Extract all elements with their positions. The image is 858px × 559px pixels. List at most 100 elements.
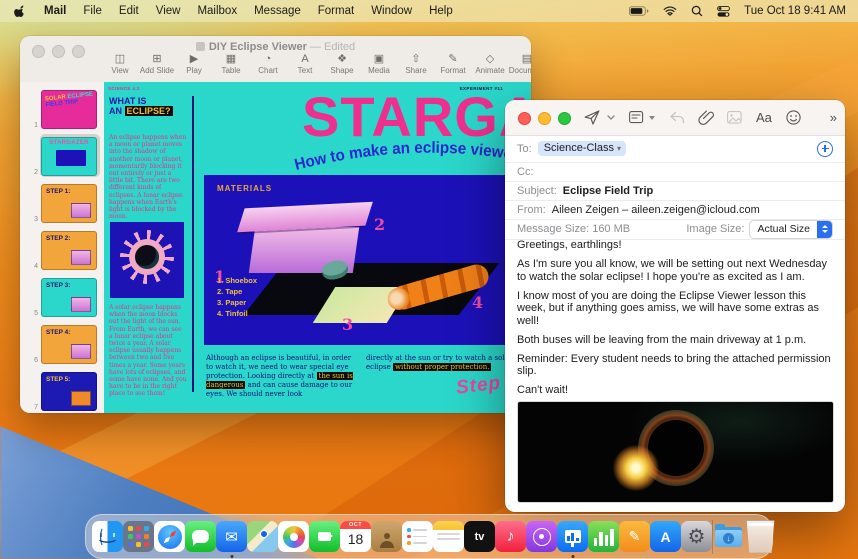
from-label: From:	[517, 203, 546, 216]
message-body[interactable]: Greetings, earthlings! As I'm sure you a…	[517, 239, 833, 428]
dock-launchpad[interactable]	[123, 521, 154, 552]
keynote-titlebar[interactable]: DIY Eclipse Viewer — Edited ◫ View ⊞ Add S…	[20, 36, 531, 83]
control-center-icon[interactable]	[717, 5, 731, 17]
menu-item-edit[interactable]: Edit	[119, 5, 139, 17]
slide-thumbnail-1[interactable]: SOLAR ECLIPSE FIELD TRIP	[41, 90, 97, 129]
slide-thumbnail-3[interactable]: STEP 1:	[41, 184, 97, 223]
text-button[interactable]: A Text	[293, 54, 317, 76]
add-slide-button[interactable]: ⊞ Add Slide	[140, 54, 174, 76]
dock-notes[interactable]	[433, 521, 464, 552]
dock-downloads[interactable]: ↓	[713, 521, 744, 552]
menu-item-message[interactable]: Message	[254, 5, 301, 17]
send-options-chevron-icon[interactable]	[607, 106, 622, 130]
slide-paragraph-1: An eclipse happens when a moon or planet…	[109, 134, 187, 221]
dock-system-settings[interactable]: ⚙	[681, 521, 712, 552]
mail-toolbar-icons: Aa »	[577, 100, 837, 135]
slide-canvas[interactable]: SCIENCE 4.2 EXPERIMENT #11 WHAT IS AN EC…	[104, 82, 531, 413]
dock-contacts[interactable]	[371, 521, 402, 552]
wifi-icon[interactable]	[663, 6, 677, 16]
slide-subtitle: How to make an eclipse viewer!	[293, 140, 524, 174]
dock-photos[interactable]	[278, 521, 309, 552]
running-indicator	[571, 555, 574, 558]
dock-facetime[interactable]	[309, 521, 340, 552]
dock-music[interactable]: ♪	[495, 521, 526, 552]
format-text-button[interactable]: Aa	[749, 106, 779, 130]
chart-button[interactable]: ◔ Chart	[256, 54, 280, 76]
slide-thumbnail-2[interactable]: STARGAZER	[41, 137, 97, 176]
document-label: Document	[508, 66, 531, 75]
safety-text-right: directly at the sun or try to watch a so…	[366, 354, 514, 372]
dock-trash[interactable]	[746, 520, 775, 553]
mail-toolbar[interactable]: Aa »	[505, 100, 845, 136]
dock-messages[interactable]	[185, 521, 216, 552]
menu-clock[interactable]: Tue Oct 18 9:41 AM	[744, 5, 846, 17]
eclipse-photo-attachment[interactable]	[517, 401, 834, 503]
pen-icon: ✎	[628, 528, 641, 544]
dock-podcasts[interactable]	[526, 521, 557, 552]
launchpad-grid-icon	[128, 534, 133, 539]
popup-stepper-icon	[817, 220, 832, 238]
document-icon: ▤	[521, 53, 531, 65]
document-button[interactable]: ▤Document	[509, 53, 531, 76]
apple-menu-icon[interactable]	[14, 4, 27, 19]
shape-button[interactable]: ❖ Shape	[330, 54, 354, 76]
thumb7-title: STEP 5:	[46, 376, 71, 383]
image-size-popup[interactable]: Actual Size	[749, 219, 833, 239]
dock-calendar[interactable]: OCT 18	[340, 521, 371, 552]
menu-item-format[interactable]: Format	[318, 5, 354, 17]
attach-button[interactable]	[692, 106, 720, 130]
dock-safari[interactable]	[154, 521, 185, 552]
toolbar-overflow-icon[interactable]: »	[830, 110, 837, 125]
to-field[interactable]: To: Science-Class ▾	[505, 135, 845, 163]
dock-numbers[interactable]	[588, 521, 619, 552]
menu-item-help[interactable]: Help	[429, 5, 453, 17]
play-button[interactable]: ▶ Play	[182, 54, 206, 76]
media-button[interactable]: ▣ Media	[367, 54, 391, 76]
share-button[interactable]: ⇧ Share	[404, 54, 428, 76]
menu-item-window[interactable]: Window	[371, 5, 412, 17]
slide-thumbnail-5[interactable]: STEP 3:	[41, 278, 97, 317]
slide-thumbnail-7[interactable]: STEP 5:	[41, 372, 97, 411]
menu-item-mailbox[interactable]: Mailbox	[197, 5, 237, 17]
table-button[interactable]: ▦ Table	[219, 54, 243, 76]
from-field[interactable]: From: Aileen Zeigen – aileen.zeigen@iclo…	[505, 200, 845, 220]
send-button[interactable]	[577, 106, 607, 130]
format-icon: ✎	[448, 53, 458, 65]
add-recipient-button[interactable]	[817, 140, 833, 157]
document-proxy-icon[interactable]	[195, 42, 205, 51]
slide-number: 5	[34, 310, 38, 317]
recipient-token[interactable]: Science-Class ▾	[537, 140, 627, 157]
dock-mail[interactable]: ✉	[216, 521, 247, 558]
close-button[interactable]	[518, 112, 531, 125]
sun-illustration	[110, 222, 184, 298]
slide-thumbnail-4[interactable]: STEP 2:	[41, 231, 97, 270]
view-button[interactable]: ◫ View	[108, 54, 132, 76]
cc-field[interactable]: Cc:	[505, 162, 845, 182]
message-size-label: Message Size: 160 MB	[517, 223, 631, 235]
zoom-button[interactable]	[558, 112, 571, 125]
emoji-button[interactable]	[779, 106, 808, 130]
minimize-button[interactable]	[538, 112, 551, 125]
reply-button[interactable]	[662, 106, 692, 130]
format-button[interactable]: ✎ Format	[440, 53, 465, 76]
insert-photo-button[interactable]	[720, 106, 749, 130]
battery-icon[interactable]	[629, 6, 649, 16]
spotlight-search-icon[interactable]	[691, 5, 703, 17]
dock-reminders[interactable]	[402, 521, 433, 552]
dock-app-store[interactable]: A	[650, 521, 681, 552]
dock-keynote[interactable]	[557, 521, 588, 558]
slide-thumbnail-6[interactable]: STEP 4:	[41, 325, 97, 364]
menu-app-name[interactable]: Mail	[44, 5, 66, 17]
header-fields-button[interactable]	[622, 106, 662, 130]
subject-field[interactable]: Subject: Eclipse Field Trip	[505, 181, 845, 201]
menu-item-file[interactable]: File	[83, 5, 102, 17]
tv-logo-label: tv	[474, 530, 485, 543]
dock-pages[interactable]: ✎	[619, 521, 650, 552]
image-size-value: Actual Size	[757, 223, 810, 235]
menu-item-view[interactable]: View	[156, 5, 181, 17]
recipient-name: Science-Class	[543, 142, 614, 155]
dock-maps[interactable]	[247, 521, 278, 552]
animate-button[interactable]: ◇ Animate	[475, 54, 504, 76]
dock-finder[interactable]	[92, 521, 123, 552]
dock-tv[interactable]: tv	[464, 521, 495, 552]
